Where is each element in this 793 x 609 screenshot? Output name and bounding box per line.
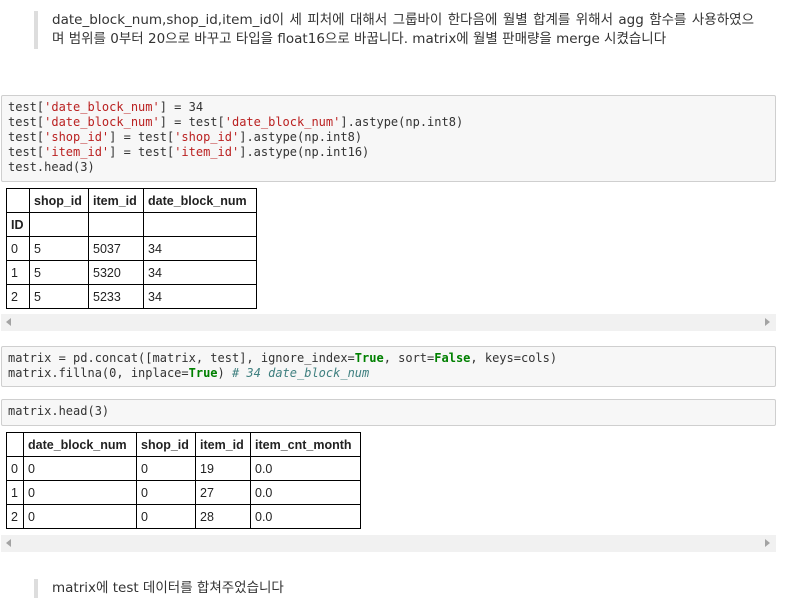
row-index: 1 (6, 480, 24, 505)
empty-header-cell (29, 212, 89, 237)
table-cell: 5 (29, 236, 89, 261)
row-index: 0 (6, 236, 30, 261)
dataframe-matrix-head: date_block_num shop_id item_id item_cnt_… (6, 432, 361, 529)
code-line: test['shop_id'] = test['shop_id'].astype… (8, 130, 363, 144)
index-name: ID (6, 212, 30, 237)
row-index: 0 (6, 456, 24, 481)
code-line: matrix = pd.concat([matrix, test], ignor… (8, 351, 558, 365)
table-row: 0 5 5037 34 (6, 236, 257, 261)
scroll-right-arrow-icon[interactable] (765, 318, 770, 326)
table-row: 1 0 0 27 0.0 (6, 480, 361, 505)
table-header-row: date_block_num shop_id item_id item_cnt_… (6, 432, 361, 457)
markdown-cell-description: date_block_num,shop_id,item_id이 세 피처에 대해… (34, 11, 754, 49)
table-cell: 28 (195, 504, 251, 529)
table-cell: 5037 (88, 236, 144, 261)
table-cell: 0 (136, 480, 196, 505)
code-line: test['date_block_num'] = test['date_bloc… (8, 115, 464, 129)
markdown-cell-concat-note: matrix에 test 데이터를 합쳐주었습니다 (34, 579, 552, 598)
table-cell: 27 (195, 480, 251, 505)
table-cell: 0.0 (250, 504, 361, 529)
code-cell-test-astype[interactable]: test['date_block_num'] = 34 test['date_b… (1, 95, 776, 182)
row-index: 2 (6, 504, 24, 529)
scroll-left-arrow-icon[interactable] (6, 318, 11, 326)
column-header: item_cnt_month (250, 432, 361, 457)
table-row: 2 0 0 28 0.0 (6, 504, 361, 529)
column-header: item_id (195, 432, 251, 457)
table-cell: 0 (136, 456, 196, 481)
table-cell: 19 (195, 456, 251, 481)
table-row: 0 0 0 19 0.0 (6, 456, 361, 481)
table-cell: 0 (23, 504, 137, 529)
horizontal-scrollbar[interactable] (1, 535, 776, 552)
scroll-right-arrow-icon[interactable] (765, 539, 770, 547)
table-header-row: shop_id item_id date_block_num (6, 188, 257, 213)
code-line: matrix.head(3) (8, 404, 110, 418)
table-cell: 0 (136, 504, 196, 529)
column-header: date_block_num (23, 432, 137, 457)
table-index-name-row: ID (6, 212, 257, 237)
table-cell: 34 (143, 284, 257, 309)
output-area-matrix-head: date_block_num shop_id item_id item_cnt_… (6, 432, 766, 533)
code-line: matrix.fillna(0, inplace=True) # 34 date… (8, 366, 370, 380)
code-cell-matrix-head[interactable]: matrix.head(3) (1, 399, 776, 426)
row-index: 2 (6, 284, 30, 309)
output-area-test-head: shop_id item_id date_block_num ID 0 5 50… (6, 188, 766, 312)
table-row: 2 5 5233 34 (6, 284, 257, 309)
table-row: 1 5 5320 34 (6, 260, 257, 285)
column-header (6, 432, 24, 457)
table-cell: 34 (143, 260, 257, 285)
dataframe-test-head: shop_id item_id date_block_num ID 0 5 50… (6, 188, 257, 309)
code-line: test['item_id'] = test['item_id'].astype… (8, 145, 370, 159)
table-cell: 0.0 (250, 456, 361, 481)
table-cell: 0 (23, 456, 137, 481)
column-header: item_id (88, 188, 144, 213)
column-header: shop_id (29, 188, 89, 213)
table-cell: 5233 (88, 284, 144, 309)
code-cell-concat[interactable]: matrix = pd.concat([matrix, test], ignor… (1, 346, 776, 387)
code-line: test.head(3) (8, 160, 95, 174)
table-cell: 5320 (88, 260, 144, 285)
column-header: date_block_num (143, 188, 257, 213)
table-cell: 0 (23, 480, 137, 505)
horizontal-scrollbar[interactable] (1, 314, 776, 331)
table-cell: 0.0 (250, 480, 361, 505)
column-header (6, 188, 30, 213)
table-cell: 5 (29, 260, 89, 285)
empty-header-cell (143, 212, 257, 237)
column-header: shop_id (136, 432, 196, 457)
table-cell: 5 (29, 284, 89, 309)
empty-header-cell (88, 212, 144, 237)
table-cell: 34 (143, 236, 257, 261)
row-index: 1 (6, 260, 30, 285)
code-line: test['date_block_num'] = 34 (8, 100, 204, 114)
scroll-left-arrow-icon[interactable] (6, 539, 11, 547)
